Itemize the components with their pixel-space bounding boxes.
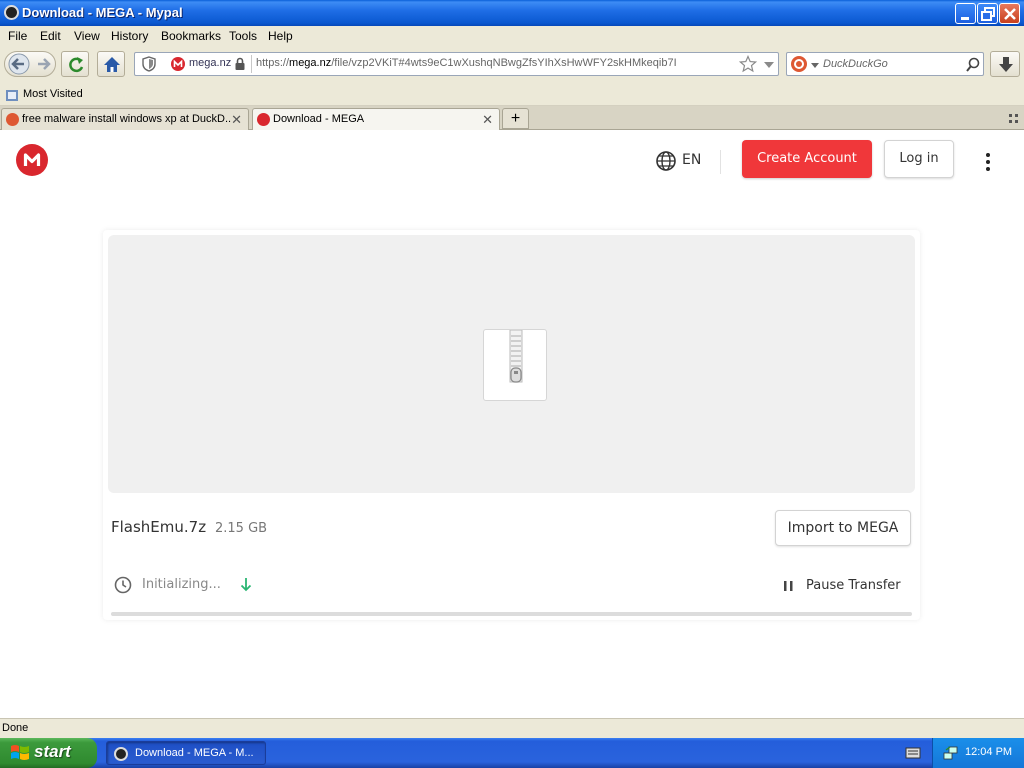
header-divider	[720, 150, 721, 174]
file-preview-area	[108, 235, 915, 493]
navigation-toolbar: mega.nz https://mega.nz/file/vzp2VKiT#4w…	[0, 46, 1024, 84]
plus-icon: +	[510, 110, 521, 127]
more-menu-icon[interactable]	[980, 152, 996, 172]
tab-list-grip-icon[interactable]	[1008, 113, 1020, 125]
home-button[interactable]	[97, 51, 125, 77]
menu-view[interactable]: View	[74, 29, 100, 43]
tab-close-icon[interactable]: ✕	[482, 112, 493, 128]
start-label: start	[34, 742, 71, 761]
minimize-button[interactable]	[955, 3, 976, 24]
new-tab-button[interactable]: +	[502, 108, 529, 129]
menu-bookmarks[interactable]: Bookmarks	[161, 29, 221, 43]
download-progress-bar	[111, 612, 912, 616]
back-arrow-icon[interactable]	[8, 53, 30, 75]
url-text[interactable]: https://mega.nz/file/vzp2VKiT#4wts9eC1wX…	[256, 57, 677, 69]
restore-button[interactable]	[977, 3, 998, 24]
search-bar[interactable]: DuckDuckGo	[786, 52, 984, 76]
menu-edit[interactable]: Edit	[40, 29, 61, 43]
search-placeholder: DuckDuckGo	[823, 58, 888, 70]
back-forward-group	[4, 51, 56, 77]
tab-duckduckgo[interactable]: free malware install windows xp at DuckD…	[1, 108, 249, 130]
windows-logo-icon	[11, 745, 29, 760]
window-title: Download - MEGA - Mypal	[22, 5, 183, 20]
web-page: EN Create Account Log in FlashEmu.7z 2.1…	[0, 130, 1024, 718]
window-title-bar[interactable]: Download - MEGA - Mypal	[0, 0, 1024, 26]
duckduckgo-favicon	[6, 113, 19, 126]
shield-icon[interactable]	[140, 54, 158, 74]
download-arrow-icon	[240, 578, 252, 592]
restore-icon	[981, 7, 995, 21]
mega-logo[interactable]	[16, 144, 48, 176]
globe-icon[interactable]	[655, 150, 677, 172]
mega-favicon	[171, 57, 185, 71]
bookmark-most-visited[interactable]: Most Visited	[23, 88, 83, 100]
duckduckgo-icon[interactable]	[791, 56, 807, 72]
login-button[interactable]: Log in	[884, 140, 954, 178]
bookmark-star-icon[interactable]	[739, 55, 757, 73]
pause-icon[interactable]	[783, 580, 795, 592]
close-icon	[1004, 8, 1016, 20]
url-dropdown-icon[interactable]	[763, 60, 775, 70]
system-tray: 12:04 PM	[932, 738, 1024, 768]
windows-taskbar: start Download - MEGA - M... 12:04 PM	[0, 738, 1024, 768]
address-bar[interactable]: mega.nz https://mega.nz/file/vzp2VKiT#4w…	[134, 52, 779, 76]
mypal-app-icon	[114, 747, 128, 761]
transfer-status: Initializing...	[142, 577, 221, 592]
browser-status-bar: Done	[0, 718, 1024, 738]
search-engine-dropdown-icon[interactable]	[811, 63, 819, 69]
status-text: Done	[2, 722, 29, 734]
download-arrow-icon	[999, 57, 1013, 72]
clock-icon	[114, 576, 132, 594]
menu-tools[interactable]: Tools	[229, 29, 257, 43]
folder-icon	[6, 90, 18, 101]
mega-favicon	[257, 113, 270, 126]
mypal-app-icon	[4, 5, 19, 20]
file-download-card: FlashEmu.7z 2.15 GB Import to MEGA Initi…	[103, 230, 920, 620]
lock-icon	[235, 57, 245, 70]
reload-button[interactable]	[61, 51, 89, 77]
home-icon	[104, 57, 120, 72]
network-icon[interactable]	[943, 745, 959, 761]
tab-download-mega[interactable]: Download - MEGA ✕	[252, 108, 500, 130]
pause-transfer-button[interactable]: Pause Transfer	[806, 578, 901, 593]
taskbar-item-label: Download - MEGA - M...	[135, 747, 254, 759]
menu-file[interactable]: File	[8, 29, 27, 43]
tab-label: Download - MEGA	[273, 113, 365, 125]
keyboard-icon[interactable]	[905, 746, 921, 760]
menu-bar: File Edit View History Bookmarks Tools H…	[0, 26, 1024, 46]
tab-strip: free malware install windows xp at DuckD…	[0, 106, 1024, 130]
language-selector[interactable]: EN	[682, 152, 701, 168]
clock: 12:04 PM	[965, 746, 1013, 758]
tab-close-icon[interactable]: ✕	[231, 112, 242, 128]
close-button[interactable]	[999, 3, 1020, 24]
downloads-button[interactable]	[990, 51, 1020, 77]
menu-help[interactable]: Help	[268, 29, 293, 43]
forward-arrow-icon[interactable]	[38, 58, 51, 70]
search-icon[interactable]	[965, 57, 981, 73]
site-identity-label[interactable]: mega.nz	[189, 57, 231, 69]
zip-file-icon	[483, 329, 547, 401]
taskbar-item-mypal[interactable]: Download - MEGA - M...	[106, 741, 266, 765]
bookmarks-toolbar: Most Visited	[0, 84, 1024, 106]
url-separator	[251, 55, 252, 73]
minimize-icon	[961, 17, 969, 20]
start-button[interactable]: start	[0, 738, 97, 768]
menu-history[interactable]: History	[111, 29, 148, 43]
tab-label: free malware install windows xp at DuckD…	[22, 113, 232, 125]
file-size: 2.15 GB	[215, 521, 268, 536]
reload-icon	[69, 57, 84, 73]
import-to-mega-button[interactable]: Import to MEGA	[775, 510, 911, 546]
create-account-button[interactable]: Create Account	[742, 140, 872, 178]
file-name: FlashEmu.7z	[111, 518, 207, 536]
